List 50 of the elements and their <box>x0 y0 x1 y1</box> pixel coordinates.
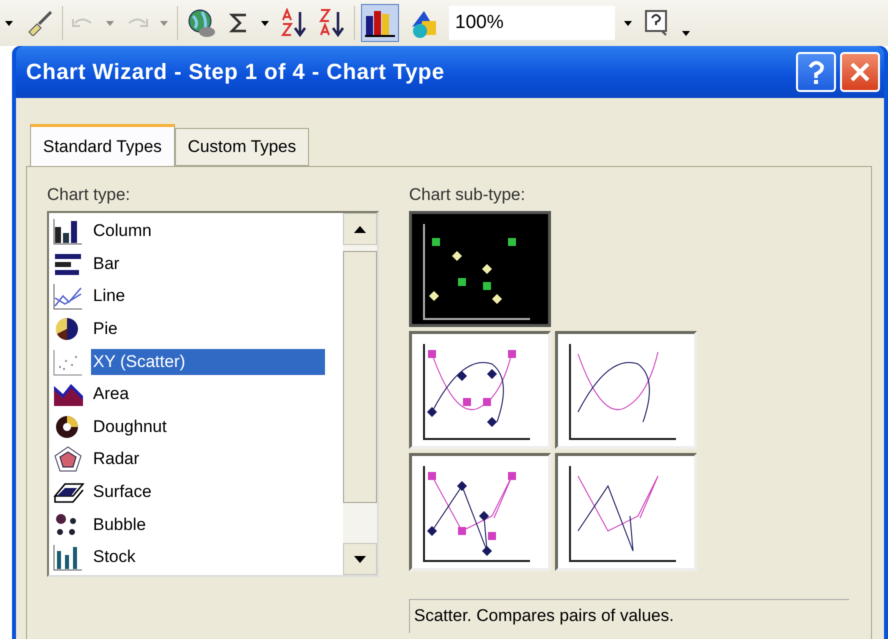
help-icon <box>807 59 825 85</box>
sort-descending-icon <box>319 8 345 38</box>
tab[interactable]: Custom Types <box>174 128 310 166</box>
line-chart-icon <box>53 282 85 310</box>
list-item[interactable]: XY (Scatter) <box>91 348 325 375</box>
dropdown-arrow-icon <box>261 20 269 26</box>
globe-icon <box>187 8 217 38</box>
scroll-up-button[interactable] <box>343 213 377 245</box>
scrollbar[interactable] <box>343 213 377 575</box>
list-item[interactable]: Surface <box>91 479 154 506</box>
list-item[interactable]: Area <box>91 381 131 408</box>
list-item[interactable]: Stock <box>91 544 138 570</box>
down-arrow-icon <box>354 556 366 562</box>
zoom-field[interactable]: 100% <box>449 6 615 40</box>
close-button[interactable] <box>840 52 880 92</box>
chart-subtype-label: Chart sub-type: <box>409 185 526 205</box>
list-item[interactable]: Line <box>91 283 128 310</box>
list-item[interactable]: Pie <box>91 316 120 342</box>
chart-type-label: Chart type: <box>47 185 132 205</box>
chart-subtype-option[interactable] <box>409 331 551 449</box>
sigma-icon <box>229 12 249 34</box>
window-title: Chart Wizard - Step 1 of 4 - Chart Type <box>26 59 445 85</box>
chart-description: Scatter. Compares pairs of values. <box>409 599 849 633</box>
dropdown-arrow-icon <box>106 20 114 26</box>
list-item[interactable]: Doughnut <box>91 414 169 440</box>
dropdown-arrow-icon <box>624 20 632 26</box>
tab[interactable]: Standard Types <box>30 124 175 166</box>
scrollbar-thumb[interactable] <box>343 251 377 503</box>
toolbar-button[interactable] <box>361 4 399 42</box>
sort-ascending-icon <box>281 8 307 38</box>
close-icon <box>849 61 871 83</box>
up-arrow-icon <box>354 226 366 232</box>
chart-subtype-option[interactable] <box>409 453 551 571</box>
list-item[interactable]: Bubble <box>91 512 148 538</box>
column-chart-icon <box>53 217 85 246</box>
dropdown-arrow-icon <box>160 20 168 26</box>
more-options-icon <box>682 30 690 36</box>
chart-subtype-option[interactable] <box>555 453 697 571</box>
bar-chart-icon <box>364 8 396 38</box>
stock-chart-icon <box>53 543 85 572</box>
help-button[interactable] <box>796 52 836 92</box>
list-item[interactable]: Bar <box>91 250 122 277</box>
chart-subtype-option[interactable] <box>555 331 697 449</box>
scatter-chart-icon <box>53 348 85 376</box>
list-item[interactable]: Column <box>91 218 154 244</box>
list-item[interactable]: Radar <box>91 446 142 472</box>
dropdown-arrow-icon <box>5 20 13 26</box>
chart-subtype-option[interactable] <box>409 211 551 327</box>
help-icon <box>644 9 670 37</box>
scroll-down-button[interactable] <box>343 543 377 575</box>
